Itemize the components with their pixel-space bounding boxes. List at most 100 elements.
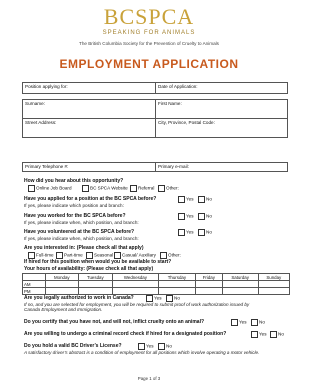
interest-option-parttime[interactable]: Part-time xyxy=(56,252,83,259)
interest-option-fulltime[interactable]: Full-time xyxy=(28,252,54,259)
day-header: Saturday xyxy=(221,273,259,281)
availability-cell[interactable] xyxy=(45,287,79,295)
checkbox[interactable] xyxy=(166,295,173,302)
application-page: BCSPCA SPEAKING FOR ANIMALS The British … xyxy=(0,0,298,386)
availability-cell[interactable] xyxy=(195,280,223,288)
availability-cell[interactable] xyxy=(195,287,223,295)
yes-label: Yes xyxy=(154,295,162,301)
day-header: Monday xyxy=(45,273,79,281)
interest-option-label: Casual/ Auxiliary xyxy=(122,252,156,258)
interest-option-label: Other: xyxy=(168,252,181,258)
start-question: If hired for this position when would yo… xyxy=(24,259,172,265)
checkbox[interactable] xyxy=(198,213,205,220)
no-label: No xyxy=(174,295,180,301)
first-name-label: First Name: xyxy=(158,101,182,106)
legal-no[interactable]: No xyxy=(166,295,180,302)
availability-cell[interactable] xyxy=(112,280,159,288)
checkbox[interactable] xyxy=(56,252,63,259)
license-yes[interactable]: Yes xyxy=(138,343,154,350)
checkbox[interactable] xyxy=(160,252,167,259)
checkbox[interactable] xyxy=(178,196,185,203)
hear-option-online[interactable]: Online Job Board xyxy=(28,185,72,192)
availability-cell[interactable] xyxy=(112,287,159,295)
first-name-field[interactable]: First Name: xyxy=(155,99,288,119)
yes-label: Yes xyxy=(186,213,194,219)
no-label: No xyxy=(166,343,172,349)
checkbox[interactable] xyxy=(231,319,238,326)
yes-label: Yes xyxy=(186,196,194,202)
surname-label: Surname: xyxy=(25,101,45,106)
license-no[interactable]: No xyxy=(158,343,172,350)
hear-option-referral[interactable]: Referral xyxy=(130,185,154,192)
applied-no[interactable]: No xyxy=(198,196,212,203)
worked-no[interactable]: No xyxy=(198,213,212,220)
availability-cell[interactable] xyxy=(221,280,259,288)
email-field[interactable]: Primary e-mail: xyxy=(155,162,288,172)
applied-note: If yes, please indicate which position a… xyxy=(24,203,124,208)
availability-cell[interactable] xyxy=(77,280,114,288)
availability-cell[interactable] xyxy=(77,287,114,295)
checkbox[interactable] xyxy=(158,185,165,192)
volunteered-yes[interactable]: Yes xyxy=(178,229,194,236)
checkbox[interactable] xyxy=(28,185,35,192)
bcspca-logo: BCSPCA xyxy=(0,4,298,30)
checkbox[interactable] xyxy=(86,252,93,259)
checkbox[interactable] xyxy=(130,185,137,192)
availability-cell[interactable] xyxy=(45,280,79,288)
checkbox[interactable] xyxy=(158,343,165,350)
hear-option-other[interactable]: Other: xyxy=(158,185,179,192)
record-yes[interactable]: Yes xyxy=(251,331,267,338)
no-label: No xyxy=(206,196,212,202)
cruelty-yes[interactable]: Yes xyxy=(231,319,247,326)
street-field[interactable]: Street Address: xyxy=(22,118,156,138)
availability-cell[interactable] xyxy=(257,287,291,295)
record-no[interactable]: No xyxy=(270,331,284,338)
availability-cell[interactable] xyxy=(221,287,259,295)
volunteered-note: If yes, please indicate when, which posi… xyxy=(24,236,139,241)
position-field[interactable]: Position applying for: xyxy=(22,82,156,94)
availability-cell[interactable] xyxy=(157,287,197,295)
checkbox[interactable] xyxy=(146,295,153,302)
checkbox[interactable] xyxy=(270,331,277,338)
checkbox[interactable] xyxy=(198,196,205,203)
legal-yes[interactable]: Yes xyxy=(146,295,162,302)
interest-option-seasonal[interactable]: Seasonal xyxy=(86,252,113,259)
checkbox[interactable] xyxy=(178,213,185,220)
checkbox[interactable] xyxy=(82,185,89,192)
availability-cell[interactable] xyxy=(157,280,197,288)
checkbox[interactable] xyxy=(114,252,121,259)
address-row: Street Address: City, Province, Postal C… xyxy=(22,118,288,138)
applied-yes[interactable]: Yes xyxy=(178,196,194,203)
worked-note: If yes, please indicate when, which posi… xyxy=(24,220,139,225)
surname-field[interactable]: Surname: xyxy=(22,99,156,119)
checkbox[interactable] xyxy=(251,319,258,326)
contact-row: Primary Telephone #: Primary e-mail: xyxy=(22,162,288,172)
availability-cell[interactable] xyxy=(257,280,291,288)
city-field[interactable]: City, Province, Postal Code: xyxy=(155,118,288,138)
hear-option-label: Other: xyxy=(166,185,179,191)
worked-yes[interactable]: Yes xyxy=(178,213,194,220)
checkbox[interactable] xyxy=(138,343,145,350)
yes-label: Yes xyxy=(259,331,267,337)
day-header: Sunday xyxy=(257,273,291,281)
interest-question: Are you interested in: (Please check all… xyxy=(24,245,144,251)
day-header: Friday xyxy=(195,273,223,281)
checkbox[interactable] xyxy=(198,229,205,236)
name-row: Surname: First Name: xyxy=(22,99,288,119)
checkbox[interactable] xyxy=(28,252,35,259)
interest-option-casual[interactable]: Casual/ Auxiliary xyxy=(114,252,156,259)
license-question: Do you hold a valid BC Driver’s License? xyxy=(24,343,122,349)
checkbox[interactable] xyxy=(251,331,258,338)
interest-option-other[interactable]: Other: xyxy=(160,252,181,259)
day-header: Wednesday xyxy=(112,273,159,281)
hear-option-website[interactable]: BC SPCA Website xyxy=(82,185,128,192)
legal-note: If no, and you are selected for employme… xyxy=(24,302,250,312)
phone-field[interactable]: Primary Telephone #: xyxy=(22,162,156,172)
checkbox[interactable] xyxy=(178,229,185,236)
position-label: Position applying for: xyxy=(25,84,68,89)
worked-question: Have you worked for the BC SPCA before? xyxy=(24,213,126,219)
applied-question: Have you applied for a position at the B… xyxy=(24,196,157,202)
cruelty-no[interactable]: No xyxy=(251,319,265,326)
date-field[interactable]: Date of Application: xyxy=(155,82,288,94)
volunteered-no[interactable]: No xyxy=(198,229,212,236)
